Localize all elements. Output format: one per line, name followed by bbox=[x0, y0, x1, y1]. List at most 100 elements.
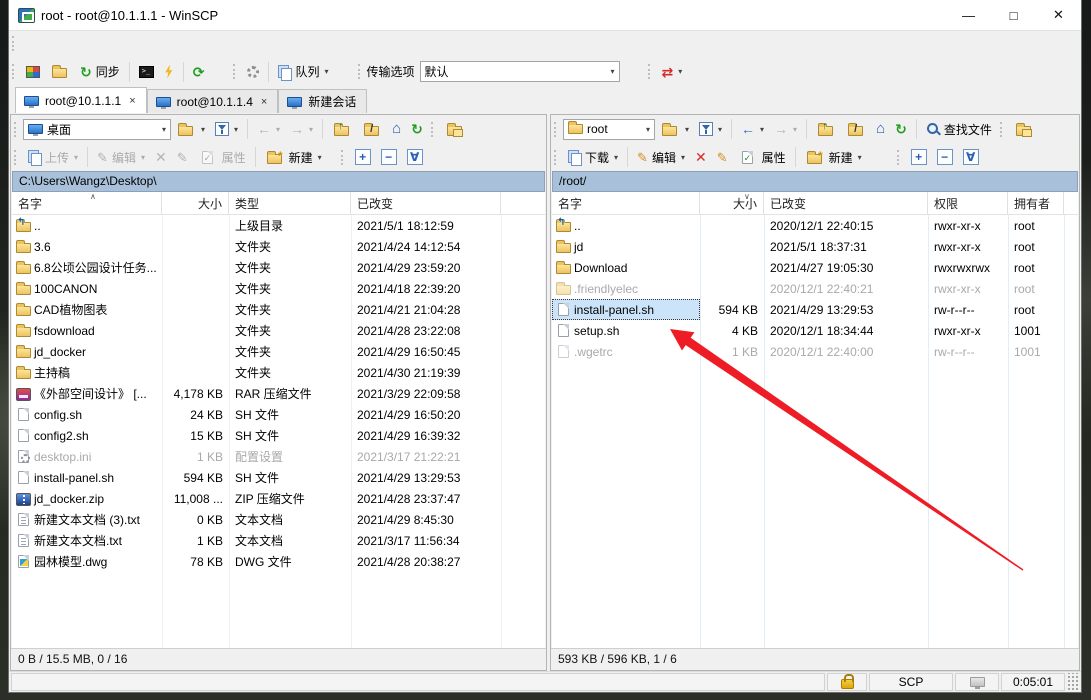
file-row[interactable]: Download 2021/4/27 19:05:30 rwxrwxrwx ro… bbox=[552, 257, 1078, 278]
upload-button[interactable]: 上传▾ bbox=[23, 146, 83, 169]
remote-back-button[interactable]: ←▾ bbox=[736, 119, 769, 139]
remote-rename-button[interactable]: ✎ bbox=[712, 148, 733, 167]
remote-home-button[interactable]: ⌂ bbox=[871, 119, 890, 139]
menu-item[interactable] bbox=[39, 40, 57, 48]
toolbar-grip[interactable] bbox=[12, 64, 17, 79]
tab-session-1[interactable]: root@10.1.1.1 × bbox=[15, 87, 147, 113]
local-back-button[interactable]: ←▾ bbox=[252, 119, 285, 139]
swap-panels-button[interactable] bbox=[45, 62, 75, 81]
toolbar-grip[interactable] bbox=[648, 64, 653, 79]
toolbar-grip[interactable] bbox=[358, 64, 363, 79]
open-terminal-button[interactable] bbox=[134, 63, 159, 81]
local-root-directory-button[interactable] bbox=[357, 120, 387, 139]
local-open-directory-button[interactable]: ▾ bbox=[171, 120, 210, 139]
file-row[interactable]: 新建文本文档.txt 1 KB 文本文档 2021/3/17 11:56:34 bbox=[12, 530, 545, 551]
toolbar-grip[interactable] bbox=[431, 122, 436, 137]
toolbar-grip[interactable] bbox=[897, 150, 902, 165]
column-header-owner[interactable]: 拥有者 bbox=[1008, 192, 1064, 214]
refresh-session-button[interactable]: ⟳ bbox=[188, 62, 210, 82]
file-row[interactable]: jd_docker 文件夹 2021/4/29 16:50:45 bbox=[12, 341, 545, 362]
menu-item[interactable] bbox=[21, 40, 39, 48]
column-header-size[interactable]: 大小 bbox=[162, 192, 229, 214]
tab-session-2[interactable]: root@10.1.1.4 × bbox=[147, 89, 279, 113]
local-rename-button[interactable]: ✎ bbox=[172, 148, 193, 167]
column-header-changed[interactable]: 已改变 bbox=[764, 192, 928, 214]
queue-button[interactable]: 队列▾ bbox=[273, 60, 333, 83]
download-button[interactable]: 下载▾ bbox=[563, 146, 623, 169]
transfer-preset-select[interactable]: 默认 ▾ bbox=[420, 61, 620, 82]
column-header-name[interactable]: 名字 bbox=[12, 192, 162, 214]
local-edit-button[interactable]: ✎编辑▾ bbox=[92, 146, 150, 169]
remote-unselect-button[interactable]: − bbox=[932, 146, 958, 168]
remote-path-bar[interactable]: /root/ bbox=[552, 171, 1078, 192]
find-files-button[interactable]: 查找文件 bbox=[921, 118, 997, 141]
local-drive-select[interactable]: 桌面 ▾ bbox=[23, 119, 171, 140]
remote-edit-button[interactable]: ✎编辑▾ bbox=[632, 146, 690, 169]
file-row[interactable]: setup.sh 4 KB 2020/12/1 18:34:44 rwxr-xr… bbox=[552, 320, 1078, 341]
file-row[interactable]: install-panel.sh 594 KB 2021/4/29 13:29:… bbox=[552, 299, 1078, 320]
file-row[interactable]: 6.8公顷公园设计任务... 文件夹 2021/4/29 23:59:20 bbox=[12, 257, 545, 278]
compare-directories-button[interactable] bbox=[21, 63, 45, 81]
toolbar-grip[interactable] bbox=[14, 122, 19, 137]
security-cell[interactable] bbox=[827, 673, 867, 691]
tab-new-session[interactable]: 新建会话 bbox=[278, 89, 367, 113]
local-invert-selection-button[interactable]: ∀ bbox=[402, 146, 428, 168]
maximize-button[interactable]: □ bbox=[991, 0, 1036, 30]
local-unselect-button[interactable]: − bbox=[376, 146, 402, 168]
protocol-cell[interactable]: SCP bbox=[869, 673, 953, 691]
tab-close-icon[interactable]: × bbox=[129, 95, 135, 107]
open-console-button[interactable] bbox=[159, 62, 179, 82]
remote-delete-button[interactable]: ✕ bbox=[690, 147, 712, 167]
file-row[interactable]: 《外部空间设计》 [... 4,178 KB RAR 压缩文件 2021/3/2… bbox=[12, 383, 545, 404]
file-row[interactable]: 园林模型.dwg 78 KB DWG 文件 2021/4/28 20:38:27 bbox=[12, 551, 545, 572]
file-row[interactable]: 3.6 文件夹 2021/4/24 14:12:54 bbox=[12, 236, 545, 257]
column-header-changed[interactable]: 已改变 bbox=[351, 192, 501, 214]
toolbar-grip[interactable] bbox=[233, 64, 238, 79]
remote-directory-select[interactable]: root ▾ bbox=[563, 119, 655, 140]
file-row[interactable]: fsdownload 文件夹 2021/4/28 23:22:08 bbox=[12, 320, 545, 341]
file-row[interactable]: .. 上级目录 2021/5/1 18:12:59 bbox=[12, 215, 545, 236]
menu-grip[interactable] bbox=[12, 36, 17, 51]
local-path-bar[interactable]: C:\Users\Wangz\Desktop\ bbox=[12, 171, 545, 192]
synchronize-button[interactable]: ↻同步 bbox=[75, 60, 125, 83]
menu-item[interactable] bbox=[75, 40, 93, 48]
remote-new-button[interactable]: 新建▾ bbox=[800, 146, 867, 169]
file-row[interactable]: 主持稿 文件夹 2021/4/30 21:19:39 bbox=[12, 362, 545, 383]
local-properties-button[interactable]: ✓属性 bbox=[193, 146, 251, 169]
menu-item[interactable] bbox=[129, 40, 147, 48]
menu-item[interactable] bbox=[111, 40, 129, 48]
file-row[interactable]: .. 2020/12/1 22:40:15 rwxr-xr-x root bbox=[552, 215, 1078, 236]
column-header-type[interactable]: 类型 bbox=[229, 192, 351, 214]
preferences-button[interactable] bbox=[242, 63, 264, 81]
file-row[interactable]: jd 2021/5/1 18:37:31 rwxr-xr-x root bbox=[552, 236, 1078, 257]
file-row[interactable]: config2.sh 15 KB SH 文件 2021/4/29 16:39:3… bbox=[12, 425, 545, 446]
file-row[interactable]: 新建文本文档 (3).txt 0 KB 文本文档 2021/4/29 8:45:… bbox=[12, 509, 545, 530]
remote-symlink-button[interactable] bbox=[1009, 120, 1039, 139]
column-header-size[interactable]: 大小 bbox=[700, 192, 764, 214]
toolbar-grip[interactable] bbox=[554, 150, 559, 165]
file-row[interactable]: install-panel.sh 594 KB SH 文件 2021/4/29 … bbox=[12, 467, 545, 488]
file-row[interactable]: 100CANON 文件夹 2021/4/18 22:39:20 bbox=[12, 278, 545, 299]
column-header-perms[interactable]: 权限 bbox=[928, 192, 1008, 214]
local-select-button[interactable]: + bbox=[350, 146, 376, 168]
menu-item[interactable] bbox=[93, 40, 111, 48]
menu-item[interactable] bbox=[147, 40, 165, 48]
local-forward-button[interactable]: →▾ bbox=[285, 119, 318, 139]
file-row[interactable]: config.sh 24 KB SH 文件 2021/4/29 16:50:20 bbox=[12, 404, 545, 425]
remote-root-directory-button[interactable] bbox=[841, 120, 871, 139]
local-symlink-button[interactable] bbox=[440, 120, 470, 139]
menu-item[interactable] bbox=[57, 40, 75, 48]
minimize-button[interactable]: — bbox=[946, 0, 991, 30]
close-button[interactable]: ✕ bbox=[1036, 0, 1081, 30]
local-parent-directory-button[interactable] bbox=[327, 120, 357, 139]
remote-forward-button[interactable]: →▾ bbox=[769, 119, 802, 139]
remote-open-directory-button[interactable]: ▾ bbox=[655, 120, 694, 139]
local-refresh-button[interactable]: ↻ bbox=[406, 119, 428, 139]
remote-properties-button[interactable]: ✓属性 bbox=[733, 146, 791, 169]
resize-grip[interactable] bbox=[1067, 673, 1079, 691]
remote-refresh-button[interactable]: ↻ bbox=[890, 119, 912, 139]
file-row[interactable]: .wgetrc 1 KB 2020/12/1 22:40:00 rw-r--r-… bbox=[552, 341, 1078, 362]
file-row[interactable]: .friendlyelec 2020/12/1 22:40:21 rwxr-xr… bbox=[552, 278, 1078, 299]
toolbar-grip[interactable] bbox=[554, 122, 559, 137]
file-row[interactable]: jd_docker.zip 11,008 ... ZIP 压缩文件 2021/4… bbox=[12, 488, 545, 509]
